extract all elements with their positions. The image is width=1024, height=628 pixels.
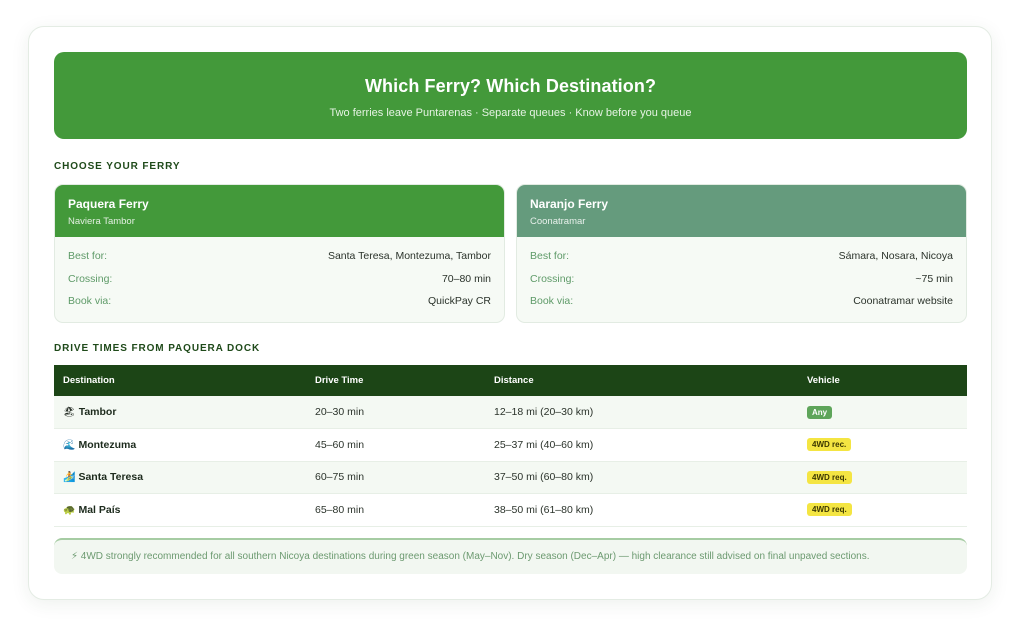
drive-time-cell: 20–30 min [306, 396, 485, 429]
destination-name: Montezuma [78, 438, 137, 451]
ferry-guide-card: Which Ferry? Which Destination? Two ferr… [28, 26, 992, 600]
column-header-drive-time: Drive Time [306, 365, 485, 396]
vehicle-badge: 4WD rec. [807, 438, 852, 452]
turtle-icon: 🐢 [63, 504, 76, 516]
ferry-card-header: Naranjo Ferry Coonatramar [517, 185, 966, 237]
destination-cell: 🌊 Montezuma [54, 428, 306, 462]
wave-icon: 🌊 [63, 439, 76, 451]
drive-times-heading: DRIVE TIMES FROM PAQUERA DOCK [54, 343, 261, 354]
detail-value: ~75 min [915, 272, 953, 285]
detail-label: Crossing: [68, 272, 113, 285]
vehicle-badge: Any [807, 405, 833, 419]
hero-banner: Which Ferry? Which Destination? Two ferr… [54, 52, 967, 139]
detail-label: Book via: [68, 295, 112, 308]
season-note: ⚡ 4WD strongly recommended for all south… [54, 538, 967, 574]
column-header-distance: Distance [485, 365, 798, 396]
detail-label: Book via: [530, 295, 574, 308]
destination-name: Santa Teresa [78, 471, 144, 484]
column-header-vehicle: Vehicle [798, 365, 967, 396]
ferry-name: Paquera Ferry [68, 197, 149, 211]
detail-value: Sámara, Nosara, Nicoya [838, 250, 953, 263]
ferry-card-paquera: Paquera Ferry Naviera Tambor Best for: S… [54, 184, 505, 323]
column-header-destination: Destination [54, 365, 306, 396]
table-row: 🌊 Montezuma 45–60 min 25–37 mi (40–60 km)… [54, 428, 967, 462]
ferry-detail-row: Book via: QuickPay CR [68, 290, 491, 313]
table-row: 🏄 Santa Teresa 60–75 min 37–50 mi (60–80 … [54, 461, 967, 494]
surfer-icon: 🏄 [63, 472, 76, 484]
ferry-detail-row: Book via: Coonatramar website [530, 290, 953, 313]
drive-time-cell: 65–80 min [306, 493, 485, 527]
table-row: 🏖 Tambor 20–30 min 12–18 mi (20–30 km) An… [54, 396, 967, 429]
detail-value: Santa Teresa, Montezuma, Tambor [327, 250, 491, 263]
detail-label: Best for: [530, 250, 570, 263]
vehicle-cell: 4WD rec. [798, 428, 967, 462]
detail-value: Coonatramar website [853, 295, 953, 308]
vehicle-badge: 4WD req. [807, 470, 852, 484]
vehicle-badge: 4WD req. [807, 503, 852, 517]
destination-name: Mal País [78, 503, 121, 516]
ferry-card-header: Paquera Ferry Naviera Tambor [55, 185, 504, 237]
drive-times-table: Destination Drive Time Distance Vehicle … [54, 365, 967, 527]
ferry-operator: Naviera Tambor [68, 216, 135, 227]
distance-cell: 25–37 mi (40–60 km) [485, 428, 798, 462]
detail-value: QuickPay CR [427, 295, 491, 308]
ferry-detail-row: Crossing: ~75 min [530, 268, 953, 291]
ferry-detail-row: Best for: Sámara, Nosara, Nicoya [530, 245, 953, 268]
table-header-row: Destination Drive Time Distance Vehicle [54, 365, 967, 396]
page-title: Which Ferry? Which Destination? [364, 76, 657, 96]
destination-cell: 🏖 Tambor [54, 396, 306, 429]
detail-value: 70–80 min [441, 272, 491, 285]
detail-label: Best for: [68, 250, 108, 263]
drive-time-cell: 45–60 min [306, 428, 485, 462]
distance-cell: 38–50 mi (61–80 km) [485, 493, 798, 527]
ferry-details: Best for: Santa Teresa, Montezuma, Tambo… [55, 237, 504, 313]
ferry-details: Best for: Sámara, Nosara, Nicoya Crossin… [517, 237, 966, 313]
destination-cell: 🐢 Mal País [54, 493, 306, 527]
ferry-detail-row: Best for: Santa Teresa, Montezuma, Tambo… [68, 245, 491, 268]
drive-time-cell: 60–75 min [306, 461, 485, 494]
ferry-card-naranjo: Naranjo Ferry Coonatramar Best for: Sáma… [516, 184, 967, 323]
page-subtitle: Two ferries leave Puntarenas · Separate … [329, 107, 692, 119]
ferry-operator: Coonatramar [530, 216, 586, 227]
ferry-detail-row: Crossing: 70–80 min [68, 268, 491, 291]
beach-icon: 🏖 [63, 407, 76, 418]
vehicle-cell: 4WD req. [798, 493, 967, 527]
detail-label: Crossing: [530, 272, 575, 285]
vehicle-cell: 4WD req. [798, 461, 967, 494]
destination-cell: 🏄 Santa Teresa [54, 461, 306, 494]
destination-name: Tambor [78, 406, 117, 418]
vehicle-cell: Any [798, 396, 967, 429]
distance-cell: 12–18 mi (20–30 km) [485, 396, 798, 429]
table-row: 🐢 Mal País 65–80 min 38–50 mi (61–80 km) … [54, 493, 967, 527]
ferry-name: Naranjo Ferry [530, 197, 609, 211]
choose-ferry-heading: CHOOSE YOUR FERRY [54, 161, 181, 172]
distance-cell: 37–50 mi (60–80 km) [485, 461, 798, 494]
